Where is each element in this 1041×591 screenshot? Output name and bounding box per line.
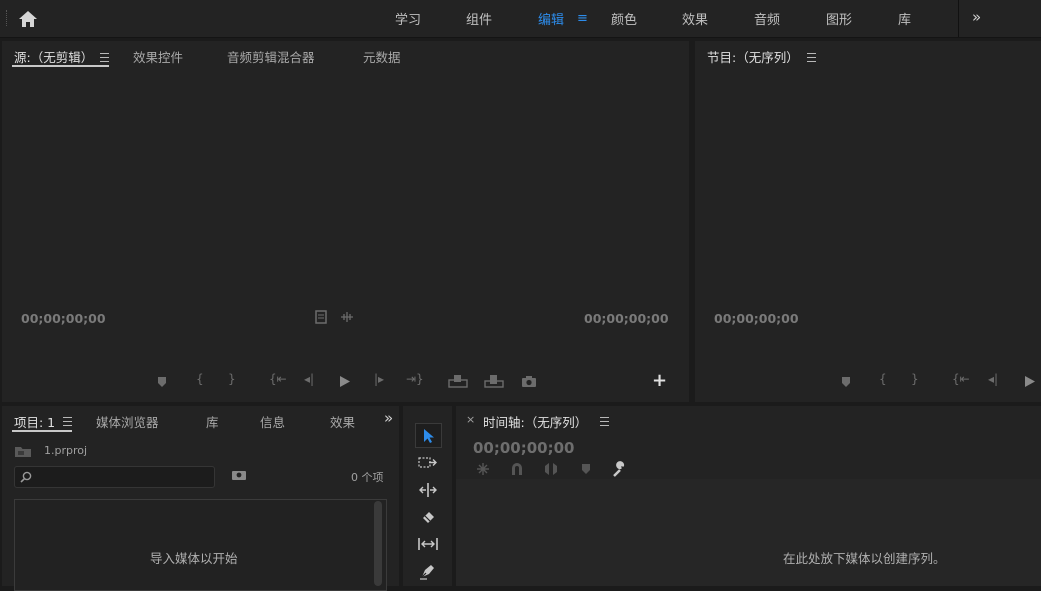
timeline-settings-wrench-icon[interactable] xyxy=(612,461,628,477)
workspace-effects[interactable]: 效果 xyxy=(682,9,708,28)
tab-program[interactable]: 节目:（无序列） xyxy=(707,47,799,66)
divider xyxy=(958,0,959,37)
button-editor-add-icon[interactable]: + xyxy=(652,370,667,391)
tab-project[interactable]: 项目: 1 xyxy=(14,412,55,431)
tab-audio-clip-mixer[interactable]: 音频剪辑混合器 xyxy=(227,47,315,66)
add-marker-icon[interactable] xyxy=(581,463,591,475)
active-tab-indicator xyxy=(12,65,109,67)
search-icon xyxy=(20,471,32,483)
scrollbar[interactable] xyxy=(374,501,382,586)
mark-in-icon[interactable]: { xyxy=(879,372,887,386)
step-back-icon[interactable]: ◂| xyxy=(304,372,314,386)
go-to-in-icon[interactable]: {⇤ xyxy=(952,372,970,386)
pen-tool-icon[interactable] xyxy=(415,559,440,582)
go-to-in-icon[interactable]: {⇤ xyxy=(269,372,287,386)
panel-menu-icon[interactable] xyxy=(600,417,609,426)
tab-info[interactable]: 信息 xyxy=(260,412,285,431)
item-count: 0 个项 xyxy=(351,471,384,484)
overwrite-icon[interactable] xyxy=(484,374,504,388)
workspace-libraries[interactable]: 库 xyxy=(898,9,911,28)
drag-grip[interactable] xyxy=(6,10,9,26)
workspace-color[interactable]: 颜色 xyxy=(611,9,637,28)
import-media-message: 导入媒体以开始 xyxy=(150,551,238,566)
program-timecode[interactable]: 00;00;00;00 xyxy=(714,311,799,326)
workspace-assembly[interactable]: 组件 xyxy=(466,9,492,28)
source-timecode-in[interactable]: 00;00;00;00 xyxy=(21,311,106,326)
razor-tool-icon[interactable] xyxy=(415,505,440,528)
search-input[interactable] xyxy=(14,466,215,488)
step-back-icon[interactable]: ◂| xyxy=(988,372,998,386)
go-to-out-icon[interactable]: ⇥} xyxy=(406,372,424,386)
source-monitor-panel: 源:（无剪辑） 效果控件 音频剪辑混合器 元数据 00;00;00;00 00;… xyxy=(2,41,689,402)
project-file-name: 1.prproj xyxy=(44,444,88,457)
mark-in-icon[interactable]: { xyxy=(196,372,204,386)
linked-selection-icon[interactable] xyxy=(543,462,559,476)
add-marker-icon[interactable] xyxy=(157,376,167,388)
drag-video-icon[interactable] xyxy=(315,310,327,324)
panel-menu-icon[interactable] xyxy=(63,417,72,426)
panel-menu-icon[interactable] xyxy=(807,53,816,62)
tab-media-browser[interactable]: 媒体浏览器 xyxy=(96,412,159,431)
workspace-bar: 学习 组件 编辑 ≡ 颜色 效果 音频 图形 库 » xyxy=(0,0,1041,38)
workspace-editing[interactable]: 编辑 xyxy=(538,9,564,28)
snap-icon[interactable] xyxy=(510,462,524,476)
insert-icon[interactable] xyxy=(448,374,468,388)
tab-effect-controls[interactable]: 效果控件 xyxy=(133,47,183,66)
tab-timeline[interactable]: 时间轴:（无序列） xyxy=(483,412,587,431)
close-timeline-icon[interactable]: × xyxy=(466,413,475,426)
workspace-audio[interactable]: 音频 xyxy=(754,9,780,28)
more-workspaces-icon[interactable]: » xyxy=(972,8,981,26)
selection-tool-icon[interactable] xyxy=(415,423,442,448)
track-select-tool-icon[interactable] xyxy=(415,451,440,474)
play-icon[interactable] xyxy=(339,375,351,388)
add-marker-icon[interactable] xyxy=(841,376,851,388)
find-bin-icon[interactable] xyxy=(231,469,247,481)
mark-out-icon[interactable]: } xyxy=(228,372,236,386)
export-frame-icon[interactable] xyxy=(521,375,537,388)
active-tab-indicator xyxy=(12,430,72,432)
tab-metadata[interactable]: 元数据 xyxy=(363,47,401,66)
nest-sequence-icon[interactable] xyxy=(476,462,490,476)
create-sequence-message: 在此处放下媒体以创建序列。 xyxy=(783,551,946,566)
mark-out-icon[interactable]: } xyxy=(911,372,919,386)
drag-audio-icon[interactable] xyxy=(340,311,354,323)
timeline-drop-area[interactable]: 在此处放下媒体以创建序列。 xyxy=(456,479,1041,586)
tab-effects[interactable]: 效果 xyxy=(330,412,355,431)
workspace-graphics[interactable]: 图形 xyxy=(826,9,852,28)
workspace-menu-icon[interactable]: ≡ xyxy=(577,11,588,26)
ripple-edit-tool-icon[interactable] xyxy=(415,478,440,501)
workspace-learn[interactable]: 学习 xyxy=(395,9,421,28)
program-monitor-panel: 节目:（无序列） 00;00;00;00 { } {⇤ ◂| xyxy=(695,41,1041,402)
more-tabs-icon[interactable]: » xyxy=(384,409,393,427)
play-icon[interactable] xyxy=(1024,375,1036,388)
panel-menu-icon[interactable] xyxy=(100,53,109,62)
timeline-panel: × 时间轴:（无序列） 00;00;00;00 在此处放下媒体以创建序列。 xyxy=(456,406,1041,586)
step-forward-icon[interactable]: |▸ xyxy=(374,372,384,386)
slip-tool-icon[interactable] xyxy=(415,532,440,555)
tab-libraries[interactable]: 库 xyxy=(206,412,219,431)
project-drop-zone[interactable]: 导入媒体以开始 xyxy=(14,499,387,591)
home-icon[interactable] xyxy=(17,9,39,29)
source-timecode-duration: 00;00;00;00 xyxy=(584,311,669,326)
tab-source[interactable]: 源:（无剪辑） xyxy=(14,47,93,66)
project-folder-icon xyxy=(15,447,31,457)
timeline-timecode[interactable]: 00;00;00;00 xyxy=(473,439,575,457)
